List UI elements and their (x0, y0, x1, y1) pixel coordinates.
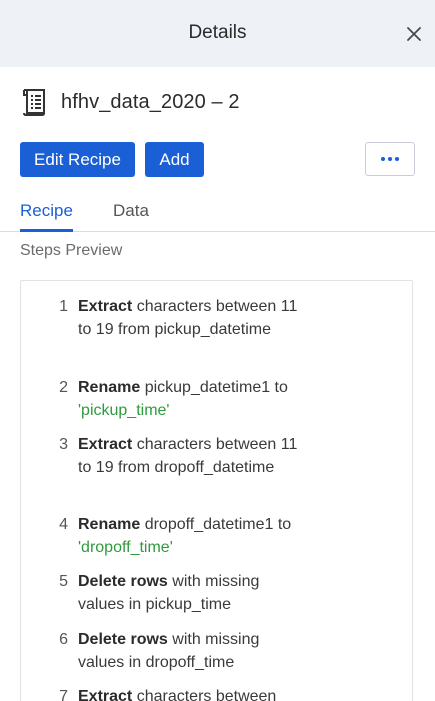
step-number: 4 (59, 516, 68, 533)
step-keyword: Delete rows (78, 631, 168, 648)
tab-bar: Recipe Data (0, 196, 435, 232)
more-options-button[interactable] (365, 142, 415, 176)
step-detail: dropoff_datetime1 to (140, 516, 292, 533)
add-button[interactable]: Add (145, 142, 204, 177)
step-text: Delete rows with missing values in dropo… (78, 629, 298, 674)
step-number: 5 (59, 573, 68, 590)
step-text: Extract characters between 11 to 19 from… (78, 296, 298, 341)
step-number: 6 (59, 631, 68, 648)
step-text: Extract characters between (78, 686, 298, 701)
step-detail: characters between (132, 688, 277, 701)
active-tab-indicator (20, 229, 73, 232)
step-string-value: 'pickup_time' (78, 401, 170, 419)
step-text: Rename pickup_datetime1 to 'pickup_time' (78, 377, 298, 422)
step-keyword: Extract (78, 298, 133, 315)
more-dot-icon (388, 157, 392, 161)
close-icon[interactable] (403, 23, 425, 45)
step-detail: pickup_datetime1 to (140, 379, 288, 396)
panel-title: Details (188, 22, 247, 43)
steps-list: 1 Extract characters between 11 to 19 fr… (20, 280, 413, 701)
step-keyword: Rename (78, 516, 141, 533)
step-text: Delete rows with missing values in picku… (78, 571, 298, 616)
step-number: 7 (59, 688, 68, 701)
dataset-name: hfhv_data_2020 – 2 (61, 90, 240, 113)
more-dot-icon (395, 157, 399, 161)
step-keyword: Delete rows (78, 573, 168, 590)
edit-recipe-button[interactable]: Edit Recipe (20, 142, 135, 177)
recipe-document-icon (22, 87, 48, 117)
more-dot-icon (381, 157, 385, 161)
step-string-value: 'dropoff_time' (78, 538, 173, 556)
tab-data[interactable]: Data (113, 201, 149, 221)
step-keyword: Extract (78, 436, 133, 453)
steps-preview-label: Steps Preview (20, 242, 123, 259)
step-text: Extract characters between 11 to 19 from… (78, 434, 298, 479)
step-number: 3 (59, 436, 68, 453)
step-keyword: Rename (78, 379, 141, 396)
step-number: 1 (59, 298, 68, 315)
step-number: 2 (59, 379, 68, 396)
dataset-title-row: hfhv_data_2020 – 2 (22, 86, 240, 118)
step-text: Rename dropoff_datetime1 to 'dropoff_tim… (78, 514, 298, 559)
tab-recipe[interactable]: Recipe (20, 201, 73, 221)
step-keyword: Extract (78, 688, 133, 701)
details-header: Details (0, 0, 435, 67)
